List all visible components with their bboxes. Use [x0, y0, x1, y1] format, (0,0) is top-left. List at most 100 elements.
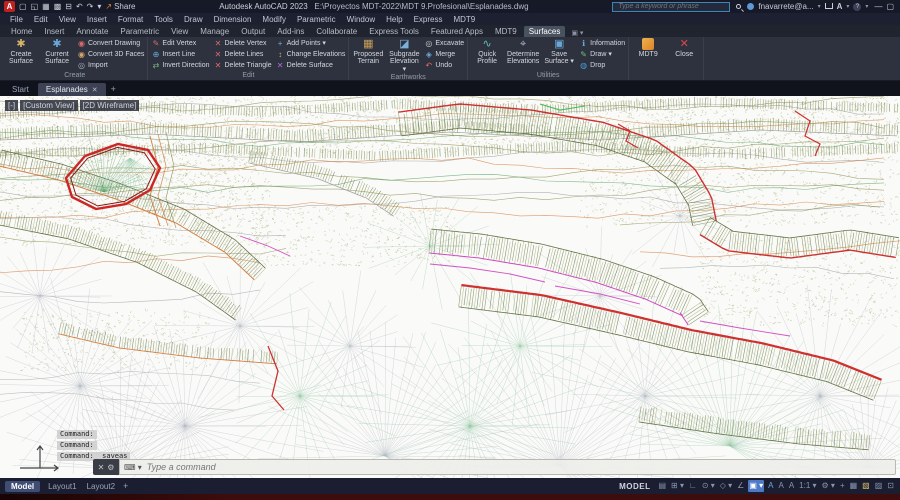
maximize-icon[interactable]: ▢ — [884, 2, 896, 11]
ribbon-button-add-points[interactable]: +Add Points ▾ — [276, 39, 346, 49]
viewport-control-2[interactable]: [2D Wireframe] — [80, 100, 140, 111]
tab-express-tools[interactable]: Express Tools — [364, 26, 424, 37]
ribbon-button-delete-lines[interactable]: ✕Delete Lines — [214, 50, 272, 60]
ribbon-button-current-surface[interactable]: ✱Current Surface — [41, 38, 73, 66]
search-icon[interactable] — [736, 4, 741, 9]
ribbon-button-save-surface[interactable]: ▣Save Surface ▾ — [543, 38, 575, 66]
command-customize-icon[interactable]: ⚙ — [107, 463, 114, 472]
new-file-tab-button[interactable]: + — [107, 82, 120, 96]
annotation-visibility-icon[interactable]: A — [767, 480, 774, 492]
tab-surfaces[interactable]: Surfaces — [524, 26, 566, 37]
command-line[interactable]: ✕ ⚙ ⌨ ▾ — [93, 459, 896, 475]
ribbon-button-mdt9[interactable]: MDT9 — [632, 38, 664, 58]
menu-format[interactable]: Format — [118, 15, 143, 24]
help-icon[interactable]: ? — [853, 3, 861, 11]
ribbon-button-draw[interactable]: ✎Draw ▾ — [579, 50, 625, 60]
undo-icon[interactable]: ↶ — [76, 2, 83, 11]
ribbon-button-import[interactable]: ◎Import — [77, 61, 144, 71]
plot-icon[interactable]: ⊟ — [65, 2, 72, 11]
tab-annotate[interactable]: Annotate — [71, 26, 113, 37]
tab-mdt9[interactable]: MDT9 — [490, 26, 522, 37]
clean-screen-icon[interactable]: ⊡ — [886, 480, 895, 492]
isometric-drafting-icon[interactable]: ◇ ▾ — [719, 480, 733, 492]
viewport-control-1[interactable]: [Custom View] — [20, 100, 77, 111]
ribbon-button-delete-triangle[interactable]: ✕Delete Triangle — [214, 61, 272, 71]
ortho-icon[interactable]: ∟ — [688, 480, 698, 492]
ribbon-button-quick-profile[interactable]: ∿Quick Profile — [471, 38, 503, 66]
polar-tracking-icon[interactable]: ⊙ ▾ — [701, 480, 716, 492]
search-input[interactable] — [616, 2, 726, 11]
tab-home[interactable]: Home — [6, 26, 37, 37]
grid-icon[interactable]: ⊞ ▾ — [670, 480, 685, 492]
file-tab-start[interactable]: Start — [4, 83, 37, 96]
ribbon-button-determine-elevations[interactable]: ⌖Determine Elevations — [507, 38, 539, 66]
command-keyboard-icon[interactable]: ⌨ ▾ — [124, 463, 142, 472]
file-tab-esplanades[interactable]: Esplanades✕ — [38, 83, 106, 96]
annotation-scale-icon[interactable]: A — [788, 480, 795, 492]
menu-express[interactable]: Express — [414, 15, 443, 24]
tab-view[interactable]: View — [166, 26, 193, 37]
command-input[interactable] — [145, 461, 891, 473]
object-snap-tracking-icon[interactable]: ∠ — [736, 480, 745, 492]
layout-tab-model[interactable]: Model — [5, 481, 40, 492]
tab-parametric[interactable]: Parametric — [115, 26, 164, 37]
layout-tab-layout1[interactable]: Layout1 — [46, 481, 78, 492]
ribbon-button-information[interactable]: ℹInformation — [579, 39, 625, 49]
customization-icon[interactable]: + — [839, 480, 846, 492]
app-store-cart-icon[interactable] — [825, 3, 833, 9]
minimize-icon[interactable]: — — [872, 2, 884, 11]
menu-help[interactable]: Help — [386, 15, 402, 24]
ribbon-button-insert-line[interactable]: ⊕Insert Line — [151, 50, 209, 60]
redo-icon[interactable]: ↷ — [87, 2, 94, 11]
menu-view[interactable]: View — [59, 15, 76, 24]
ribbon-button-delete-surface[interactable]: ✕Delete Surface — [276, 61, 346, 71]
autocad-logo-icon[interactable]: A — [4, 1, 15, 12]
save-as-icon[interactable]: ▩ — [54, 2, 62, 11]
tab-manage[interactable]: Manage — [195, 26, 234, 37]
menu-modify[interactable]: Modify — [262, 15, 286, 24]
open-file-icon[interactable]: ◱ — [31, 2, 39, 11]
help-dropdown-icon[interactable]: ▾ — [865, 3, 868, 10]
tab-add-ins[interactable]: Add-ins — [272, 26, 309, 37]
menu-insert[interactable]: Insert — [87, 15, 107, 24]
ribbon-button-convert-drawing[interactable]: ◉Convert Drawing — [77, 39, 144, 49]
save-icon[interactable]: ▦ — [42, 2, 50, 11]
drawing-canvas[interactable]: [-][Custom View][2D Wireframe] Command:C… — [0, 96, 900, 478]
autodesk-a-menu[interactable]: A — [837, 2, 843, 11]
annotation-scale-value[interactable]: 1:1 ▾ — [798, 480, 817, 492]
tab-collaborate[interactable]: Collaborate — [311, 26, 362, 37]
ribbon-button-drop[interactable]: ◍Drop — [579, 61, 625, 71]
tab-insert[interactable]: Insert — [39, 26, 69, 37]
model-space-label[interactable]: MODEL — [619, 482, 650, 491]
ribbon-button-create-surface[interactable]: ✱Create Surface — [5, 38, 37, 66]
a-dropdown-icon[interactable]: ▾ — [846, 3, 849, 10]
ribbon-button-convert-3d-faces[interactable]: ◉Convert 3D Faces — [77, 50, 144, 60]
ribbon-button-undo[interactable]: ↶Undo — [424, 61, 464, 71]
ribbon-button-merge[interactable]: ◈Merge — [424, 50, 464, 60]
tab-featured-apps[interactable]: Featured Apps — [426, 26, 488, 37]
menu-draw[interactable]: Draw — [184, 15, 203, 24]
menu-mdt9[interactable]: MDT9 — [453, 15, 475, 24]
signed-in-user[interactable]: fnavarrete@a... — [758, 2, 813, 11]
viewport-control-0[interactable]: [-] — [5, 100, 18, 111]
new-file-icon[interactable]: ▢ — [19, 2, 27, 11]
tab-output[interactable]: Output — [236, 26, 270, 37]
ribbon-button-invert-direction[interactable]: ⇄Invert Direction — [151, 61, 209, 71]
menu-dimension[interactable]: Dimension — [214, 15, 252, 24]
ribbon-button-subgrade-elevation[interactable]: ◪Subgrade Elevation ▾ — [388, 38, 420, 73]
isolate-objects-icon[interactable]: ▨ — [874, 480, 884, 492]
share-button[interactable]: ↗ Share — [105, 2, 135, 11]
ribbon-button-proposed-terrain[interactable]: ▦Proposed Terrain — [352, 38, 384, 66]
ribbon-button-close[interactable]: ✕Close — [668, 38, 700, 58]
ribbon-display-toggle-icon[interactable]: ▣ ▾ — [567, 29, 583, 37]
user-avatar[interactable] — [747, 3, 754, 10]
menu-tools[interactable]: Tools — [154, 15, 173, 24]
menu-file[interactable]: File — [10, 15, 23, 24]
annotation-autoscale-icon[interactable]: A — [777, 480, 784, 492]
ribbon-button-edit-vertex[interactable]: ✎Edit Vertex — [151, 39, 209, 49]
ribbon-button-change-elevations[interactable]: ↕Change Elevations — [276, 50, 346, 60]
ribbon-button-delete-vertex[interactable]: ✕Delete Vertex — [214, 39, 272, 49]
user-dropdown-icon[interactable]: ▾ — [818, 3, 821, 10]
graphics-performance-icon[interactable]: ▧ — [861, 480, 871, 492]
new-layout-button[interactable]: + — [123, 481, 128, 491]
